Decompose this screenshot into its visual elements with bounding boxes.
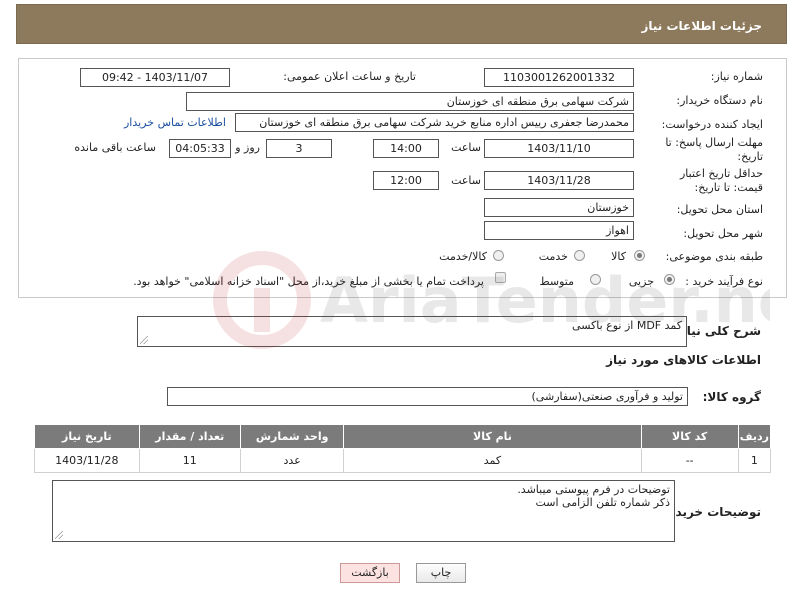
table-row: 1 -- کمد عدد 11 1403/11/28 xyxy=(34,448,772,473)
price-date-field[interactable]: 1403/11/28 xyxy=(484,171,634,190)
goods-table: ردیف کد کالا نام کالا واحد شمارش تعداد /… xyxy=(34,424,772,473)
resize-grip-icon[interactable] xyxy=(55,531,63,539)
city-label: شهر محل تحویل: xyxy=(683,227,763,240)
item-quantity: 11 xyxy=(138,448,241,473)
days-label: روز و xyxy=(235,141,260,154)
col-item-code: کد کالا xyxy=(640,424,739,449)
treasury-payment-checkbox[interactable] xyxy=(495,272,506,283)
announce-label: تاریخ و ساعت اعلان عمومی: xyxy=(283,70,416,83)
deadline-label: مهلت ارسال پاسخ: تا تاریخ: xyxy=(665,136,763,163)
price-time-label: ساعت xyxy=(451,174,481,187)
city-field[interactable]: اهواز xyxy=(484,221,634,240)
process-radio-minor[interactable] xyxy=(664,274,675,285)
resize-grip-icon[interactable] xyxy=(140,336,148,344)
col-unit: واحد شمارش xyxy=(239,424,345,449)
page-header: جزئیات اطلاعات نیاز xyxy=(16,4,787,44)
remaining-field[interactable]: 04:05:33 xyxy=(169,139,231,158)
buyer-notes-line-1: توضیحات در فرم پیوستی میباشد. xyxy=(517,483,670,496)
goods-section-title: اطلاعات کالاهای مورد نیاز xyxy=(606,353,761,367)
col-quantity: تعداد / مقدار xyxy=(138,424,241,449)
category-radio-service[interactable] xyxy=(574,250,585,261)
creator-field[interactable]: محمدرضا جعفری رییس اداره منابع خرید شرکت… xyxy=(235,113,634,132)
category-radio-goods[interactable] xyxy=(634,250,645,261)
col-need-date: تاریخ نیاز xyxy=(34,424,140,449)
need-number-field[interactable]: 1103001262001332 xyxy=(484,68,634,87)
process-radio-medium[interactable] xyxy=(590,274,601,285)
item-need-date: 1403/11/28 xyxy=(34,448,140,473)
category-option-goods-service: کالا/خدمت xyxy=(439,250,487,263)
description-label: شرح کلی نیاز: xyxy=(675,324,761,338)
page-title: جزئیات اطلاعات نیاز xyxy=(641,19,762,33)
item-name: کمد xyxy=(343,448,642,473)
need-number-label: شماره نیاز: xyxy=(710,70,763,83)
description-text: کمد MDF از نوع باکسی xyxy=(572,319,682,332)
contact-buyer-link[interactable]: اطلاعات تماس خریدار xyxy=(124,116,226,129)
goods-group-label: گروه کالا: xyxy=(702,390,761,404)
announce-field[interactable]: 1403/11/07 - 09:42 xyxy=(80,68,230,87)
category-label: طبقه بندی موضوعی: xyxy=(665,250,763,263)
remaining-label: ساعت باقی مانده xyxy=(74,141,156,154)
price-validity-label: حداقل تاریخ اعتبار قیمت: تا تاریخ: xyxy=(679,167,763,194)
buyer-field[interactable]: شرکت سهامی برق منطقه ای خوزستان xyxy=(186,92,634,111)
deadline-time-field[interactable]: 14:00 xyxy=(373,139,439,158)
process-label: نوع فرآیند خرید : xyxy=(685,275,763,288)
item-code: -- xyxy=(640,448,739,473)
price-time-field[interactable]: 12:00 xyxy=(373,171,439,190)
category-radio-goods-service[interactable] xyxy=(493,250,504,261)
item-unit: عدد xyxy=(239,448,345,473)
print-button[interactable]: چاپ xyxy=(416,563,466,583)
province-label: استان محل تحویل: xyxy=(676,203,763,216)
description-field[interactable]: کمد MDF از نوع باکسی xyxy=(137,316,687,347)
province-field[interactable]: خوزستان xyxy=(484,198,634,217)
buyer-label: نام دستگاه خریدار: xyxy=(676,94,763,107)
buyer-notes-line-2: ذکر شماره تلفن الزامی است xyxy=(535,496,670,509)
creator-label: ایجاد کننده درخواست: xyxy=(661,118,763,131)
category-option-goods: کالا xyxy=(611,250,626,263)
treasury-payment-note: پرداخت تمام یا بخشی از مبلغ خرید،از محل … xyxy=(133,275,484,288)
days-field[interactable]: 3 xyxy=(266,139,332,158)
process-option-minor: جزیی xyxy=(628,275,654,288)
row-number: 1 xyxy=(737,448,772,473)
goods-group-field[interactable]: تولید و فرآوری صنعتی(سفارشی) xyxy=(167,387,688,406)
col-item-name: نام کالا xyxy=(343,424,642,449)
col-row-number: ردیف xyxy=(737,424,772,449)
deadline-time-label: ساعت xyxy=(451,141,481,154)
process-option-medium: متوسط xyxy=(539,275,574,288)
deadline-date-field[interactable]: 1403/11/10 xyxy=(484,139,634,158)
buyer-notes-field[interactable]: توضیحات در فرم پیوستی میباشد. ذکر شماره … xyxy=(52,480,675,542)
goods-table-header: ردیف کد کالا نام کالا واحد شمارش تعداد /… xyxy=(34,424,772,449)
back-button[interactable]: بازگشت xyxy=(340,563,400,583)
category-option-service: خدمت xyxy=(538,250,568,263)
